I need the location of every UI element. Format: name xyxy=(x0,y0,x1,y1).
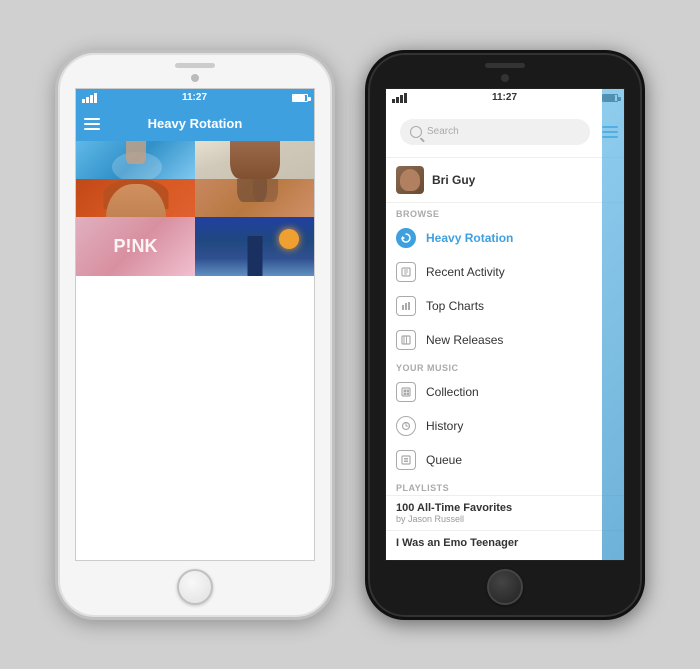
signal-icon-black xyxy=(392,93,407,103)
menu-label-history: History xyxy=(426,419,463,433)
screen-white: 11:27 Heavy Rotation xyxy=(75,88,315,561)
album-item-mia[interactable]: MIA PHARAOH Miniature Tigers 12 songs xyxy=(76,141,195,179)
status-time-white: 11:27 xyxy=(182,92,207,103)
phone-top-black xyxy=(368,53,642,88)
menu-line-2 xyxy=(602,131,618,133)
home-button-white[interactable] xyxy=(177,569,213,605)
phone-bottom-black xyxy=(487,561,523,617)
status-right-black xyxy=(602,94,618,102)
status-time-black: 11:27 xyxy=(492,92,517,103)
status-bar-white: 11:27 xyxy=(76,89,314,107)
playlist-by-1: by Jason Russell xyxy=(396,514,616,524)
user-name: Bri Guy xyxy=(432,173,475,187)
album-item-owl[interactable]: Owl City Owl City 12 songs xyxy=(195,217,314,276)
avatar-face xyxy=(400,169,420,191)
phone-bottom-white xyxy=(177,561,213,617)
screen-black: 11:27 Search xyxy=(385,88,625,561)
playlist-title-2: I Was an Emo Teenager xyxy=(396,537,616,549)
album-grid: MIA PHARAOH Miniature Tigers 12 songs Th… xyxy=(76,141,314,276)
playlists-label: PLAYLISTS xyxy=(386,477,625,495)
album-cover-mia xyxy=(76,141,195,179)
menu-label-top-charts: Top Charts xyxy=(426,299,484,313)
album-item-mondo[interactable]: Mondo Electric Guest 10 songs xyxy=(195,179,314,217)
menu-item-recent-activity[interactable]: Recent Activity xyxy=(386,255,625,289)
battery-icon-black xyxy=(602,94,618,102)
status-right-white xyxy=(292,94,308,102)
album-item-pink[interactable]: P!NK P!NK P!nk 14 songs xyxy=(76,217,195,276)
album-cover-owl xyxy=(195,217,314,276)
battery-fill-white xyxy=(293,95,305,101)
activity-icon xyxy=(396,262,416,282)
hamburger-line-1 xyxy=(84,118,100,120)
nf-figure xyxy=(230,141,280,179)
owl-sun xyxy=(279,229,299,249)
album-item-ed[interactable]: + Ed Sheeran 16 songs xyxy=(76,179,195,217)
white-phone: 11:27 Heavy Rotation xyxy=(55,50,335,620)
menu-button-white[interactable] xyxy=(84,113,106,135)
user-avatar xyxy=(396,166,424,194)
hamburger-line-3 xyxy=(84,128,100,130)
menu-button-black[interactable] xyxy=(602,126,618,138)
album-cover-mondo xyxy=(195,179,314,217)
camera-black xyxy=(501,74,509,82)
status-left-black xyxy=(392,93,407,103)
mondo-figure2 xyxy=(253,179,278,202)
status-bar-black: 11:27 xyxy=(386,89,624,107)
camera-white xyxy=(191,74,199,82)
menu-line-1 xyxy=(602,126,618,128)
app-header-title-white: Heavy Rotation xyxy=(148,116,243,131)
menu-label-collection: Collection xyxy=(426,385,479,399)
search-placeholder: Search xyxy=(427,126,459,137)
album-cover-ed xyxy=(76,179,195,217)
speaker-white xyxy=(175,63,215,68)
battery-icon-white xyxy=(292,94,308,102)
search-bar[interactable]: Search xyxy=(400,119,590,145)
user-row[interactable]: Bri Guy xyxy=(386,158,625,203)
rotation-icon xyxy=(396,228,416,248)
menu-item-history[interactable]: History xyxy=(386,409,625,443)
browse-label: BROWSE xyxy=(386,203,625,221)
hand-art xyxy=(126,141,146,164)
battery-fill-black xyxy=(603,95,615,101)
releases-icon xyxy=(396,330,416,350)
album-item-nf[interactable]: The Spirit Indestructible Nelly Furtado … xyxy=(195,141,314,179)
menu-line-3 xyxy=(602,136,618,138)
charts-icon xyxy=(396,296,416,316)
search-icon xyxy=(410,126,422,138)
playlist-item-2[interactable]: I Was an Emo Teenager xyxy=(386,530,625,555)
album-cover-pink: P!NK xyxy=(76,217,195,276)
black-phone: 11:27 Search xyxy=(365,50,645,620)
playlist-item-1[interactable]: 100 All-Time Favorites by Jason Russell xyxy=(386,495,625,530)
home-button-black[interactable] xyxy=(487,569,523,605)
status-left-white xyxy=(82,93,97,103)
signal-icon xyxy=(82,93,97,103)
phone-top-white xyxy=(58,53,332,88)
menu-item-top-charts[interactable]: Top Charts xyxy=(386,289,625,323)
menu-item-collection[interactable]: Collection xyxy=(386,375,625,409)
menu-label-heavy-rotation: Heavy Rotation xyxy=(426,231,513,245)
menu-item-heavy-rotation[interactable]: Heavy Rotation xyxy=(386,221,625,255)
owl-tree xyxy=(247,236,262,276)
menu-label-queue: Queue xyxy=(426,453,462,467)
playlist-title-1: 100 All-Time Favorites xyxy=(396,502,616,514)
album-cover-nf xyxy=(195,141,314,179)
menu-item-new-releases[interactable]: New Releases xyxy=(386,323,625,357)
menu-item-queue[interactable]: Queue xyxy=(386,443,625,477)
queue-icon xyxy=(396,450,416,470)
speaker-black xyxy=(485,63,525,68)
app-header-white: Heavy Rotation xyxy=(76,107,314,141)
menu-screen: Search Bri Guy BROWSE xyxy=(386,107,625,561)
hamburger-line-2 xyxy=(84,123,100,125)
your-music-label: YOUR MUSIC xyxy=(386,357,625,375)
history-icon xyxy=(396,416,416,436)
menu-label-recent-activity: Recent Activity xyxy=(426,265,505,279)
collection-icon xyxy=(396,382,416,402)
menu-label-new-releases: New Releases xyxy=(426,333,503,347)
